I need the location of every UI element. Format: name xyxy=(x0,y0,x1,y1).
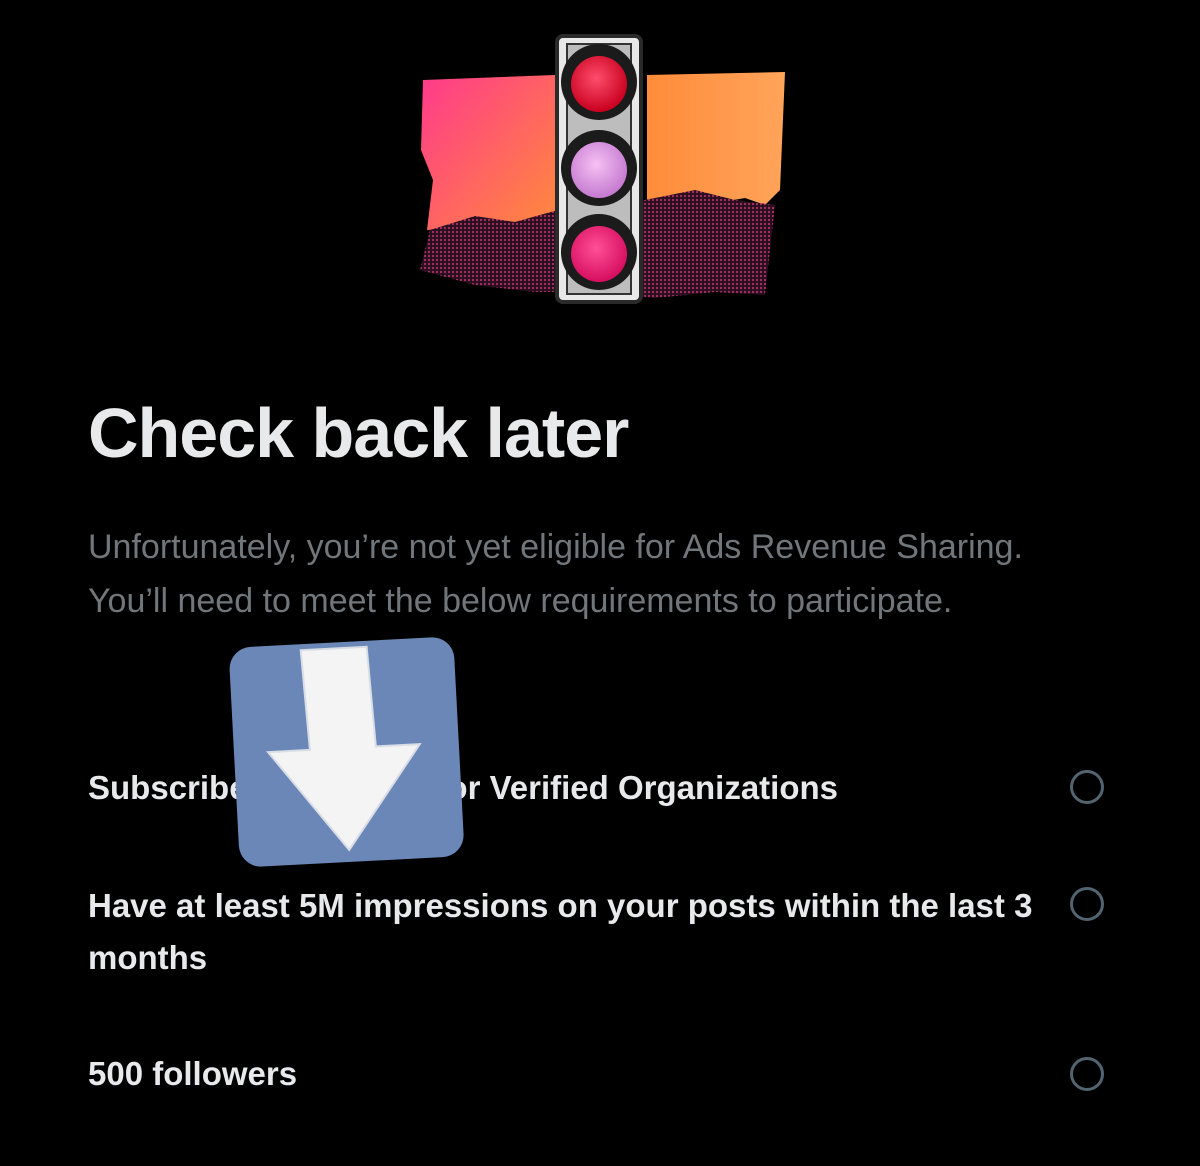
requirement-label: 500 followers xyxy=(88,1055,298,1092)
radio-circle-icon xyxy=(1070,887,1104,921)
radio-circle-icon xyxy=(1070,1057,1104,1091)
eligibility-description: Unfortunately, you’re not yet eligible f… xyxy=(88,528,1023,620)
page-title: Check back later xyxy=(88,394,629,472)
requirement-label: Have at least 5M impressions on your pos… xyxy=(88,887,1033,976)
requirement-row-followers: 500 followers xyxy=(88,1048,1048,1100)
radio-circle-icon xyxy=(1070,770,1104,804)
requirement-row-impressions: Have at least 5M impressions on your pos… xyxy=(88,880,1048,984)
traffic-light-illustration xyxy=(420,34,785,304)
down-arrow-icon xyxy=(229,637,464,867)
